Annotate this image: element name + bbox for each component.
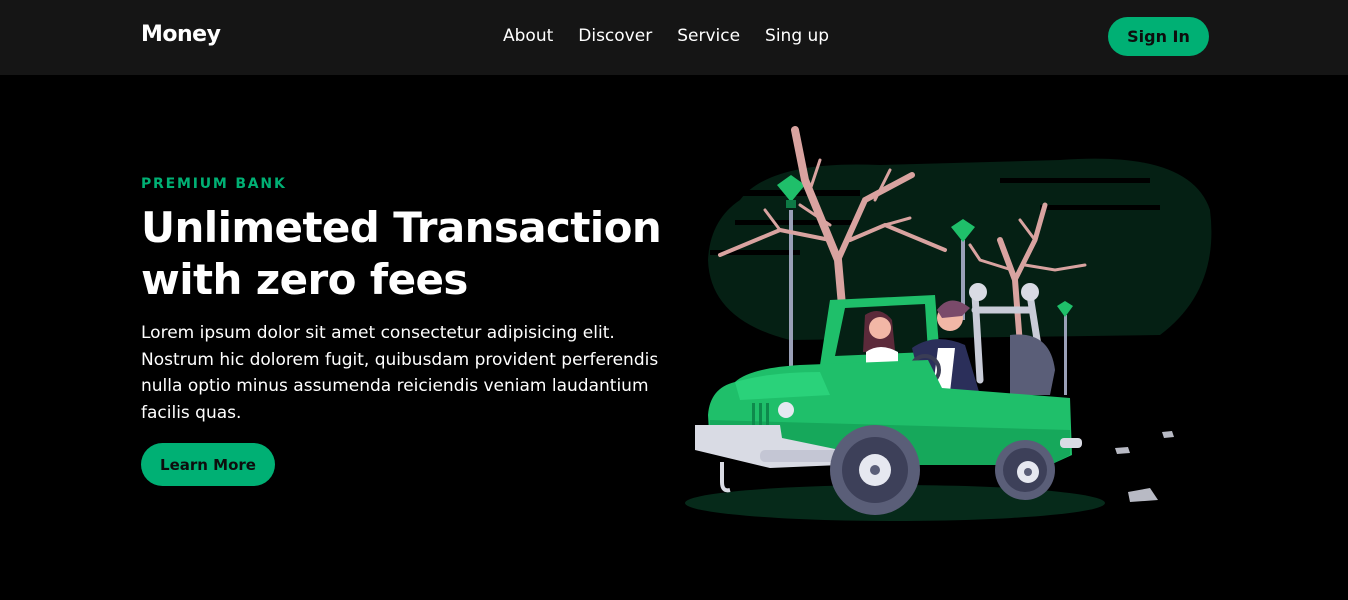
rear-wheel [995, 440, 1055, 500]
sign-in-button[interactable]: Sign In [1108, 17, 1209, 56]
nav-link-about[interactable]: About [503, 26, 553, 46]
jeep-illustration [685, 126, 1212, 521]
headlamp [1021, 283, 1039, 301]
spare-wheel [1010, 334, 1055, 395]
headlamp [969, 283, 987, 301]
nav-links: About Discover Service Sing up [503, 26, 854, 46]
rear-bumper [1060, 438, 1082, 448]
hero-headline: Unlimeted Transaction with zero fees [141, 202, 681, 306]
headline-line-1: Unlimeted Transaction [141, 203, 662, 252]
nav-link-service[interactable]: Service [677, 26, 740, 46]
nav-link-signup[interactable]: Sing up [765, 26, 829, 46]
nav-link-discover[interactable]: Discover [578, 26, 652, 46]
blob-streak [1040, 205, 1160, 210]
rock [1128, 488, 1158, 502]
headline-line-2: with zero fees [141, 255, 468, 304]
grille [752, 403, 769, 427]
winch-hook [720, 462, 731, 493]
brand-logo[interactable]: Money [141, 22, 221, 47]
rock [1115, 447, 1130, 454]
hero-eyebrow: PREMIUM BANK [141, 176, 287, 192]
hero-description: Lorem ipsum dolor sit amet consectetur a… [141, 323, 659, 423]
learn-more-button[interactable]: Learn More [141, 443, 275, 486]
rock [1162, 431, 1174, 438]
blob-streak [1000, 178, 1150, 183]
blob-streak [735, 220, 855, 225]
navbar: Money About Discover Service Sing up Sig… [0, 0, 1348, 75]
front-wheel [830, 425, 920, 515]
hero-section: PREMIUM BANK Unlimeted Transaction with … [141, 176, 681, 486]
jeep-headlight [778, 402, 794, 418]
